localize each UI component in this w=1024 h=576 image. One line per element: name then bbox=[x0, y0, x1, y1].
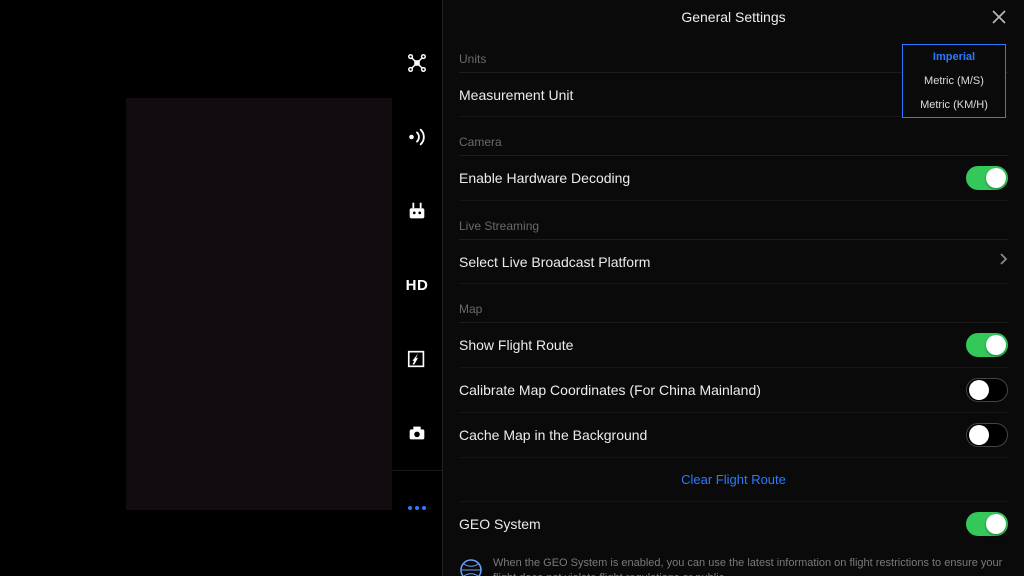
row-hardware-decoding: Enable Hardware Decoding bbox=[459, 156, 1008, 201]
camera-preview-area bbox=[0, 0, 392, 576]
live-platform-label: Select Live Broadcast Platform bbox=[459, 254, 650, 270]
sidebar-battery-icon[interactable] bbox=[392, 322, 442, 396]
toggle-hardware-decoding[interactable] bbox=[966, 166, 1008, 190]
section-map: Map bbox=[459, 284, 1008, 323]
row-show-route: Show Flight Route bbox=[459, 323, 1008, 368]
toggle-geo-system[interactable] bbox=[966, 512, 1008, 536]
sidebar-more-icon[interactable] bbox=[392, 470, 442, 544]
panel-title: General Settings bbox=[681, 9, 785, 25]
close-button[interactable] bbox=[990, 8, 1008, 26]
toggle-calibrate-map[interactable] bbox=[966, 378, 1008, 402]
toggle-show-route[interactable] bbox=[966, 333, 1008, 357]
geo-system-label: GEO System bbox=[459, 516, 541, 532]
settings-sidebar: HD bbox=[392, 0, 442, 576]
camera-preview bbox=[126, 98, 392, 510]
unit-option-imperial[interactable]: Imperial bbox=[903, 45, 1005, 69]
clear-flight-route-button[interactable]: Clear Flight Route bbox=[459, 458, 1008, 502]
panel-header: General Settings bbox=[443, 0, 1024, 34]
toggle-cache-map[interactable] bbox=[966, 423, 1008, 447]
cache-map-label: Cache Map in the Background bbox=[459, 427, 647, 443]
section-live: Live Streaming bbox=[459, 201, 1008, 240]
sidebar-gimbal-icon[interactable] bbox=[392, 396, 442, 470]
show-route-label: Show Flight Route bbox=[459, 337, 573, 353]
hardware-decoding-label: Enable Hardware Decoding bbox=[459, 170, 630, 186]
row-live-platform[interactable]: Select Live Broadcast Platform bbox=[459, 240, 1008, 284]
sidebar-hd-icon[interactable]: HD bbox=[392, 248, 442, 322]
unit-dropdown: Imperial Metric (M/S) Metric (KM/H) bbox=[902, 44, 1006, 118]
row-calibrate-map: Calibrate Map Coordinates (For China Mai… bbox=[459, 368, 1008, 413]
sidebar-signal-icon[interactable] bbox=[392, 100, 442, 174]
calibrate-map-label: Calibrate Map Coordinates (For China Mai… bbox=[459, 382, 761, 398]
row-cache-map: Cache Map in the Background bbox=[459, 413, 1008, 458]
measurement-unit-label: Measurement Unit bbox=[459, 87, 573, 103]
geo-description: When the GEO System is enabled, you can … bbox=[493, 556, 1008, 576]
unit-option-metric-kmh[interactable]: Metric (KM/H) bbox=[903, 93, 1005, 117]
app-root: HD General Settings Imperial Metric (M/S… bbox=[0, 0, 1024, 576]
sidebar-aircraft-icon[interactable] bbox=[392, 26, 442, 100]
more-dots-icon bbox=[408, 506, 426, 510]
sidebar-controller-icon[interactable] bbox=[392, 174, 442, 248]
row-geo-system: GEO System bbox=[459, 502, 1008, 546]
settings-panel: General Settings Imperial Metric (M/S) M… bbox=[442, 0, 1024, 576]
unit-option-metric-ms[interactable]: Metric (M/S) bbox=[903, 69, 1005, 93]
geo-icon bbox=[459, 558, 483, 576]
geo-detail: When the GEO System is enabled, you can … bbox=[459, 546, 1008, 576]
section-camera: Camera bbox=[459, 117, 1008, 156]
chevron-right-icon bbox=[998, 252, 1008, 271]
hd-label: HD bbox=[406, 277, 429, 294]
